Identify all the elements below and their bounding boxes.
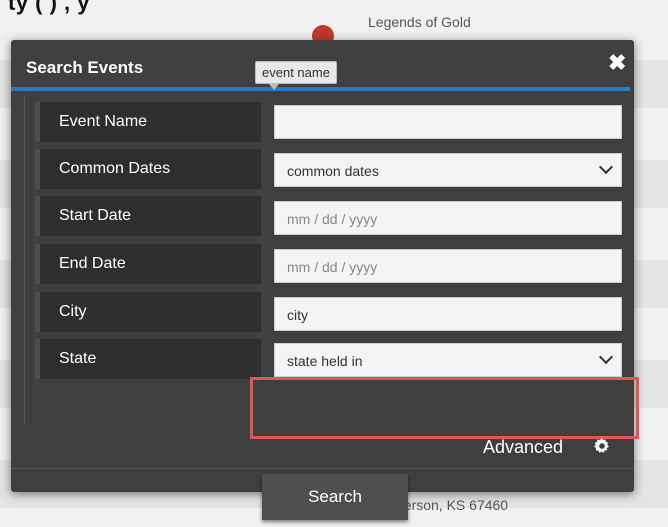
listing-title: Legends of Gold bbox=[368, 14, 471, 30]
common-dates-select[interactable]: common dates bbox=[274, 153, 622, 187]
close-button[interactable]: ✖ bbox=[608, 52, 626, 74]
row-marker bbox=[35, 102, 40, 142]
row-city: City bbox=[35, 292, 261, 332]
row-marker bbox=[35, 244, 40, 284]
start-date-input[interactable]: mm / dd / yyyy bbox=[274, 201, 622, 235]
row-marker bbox=[35, 339, 40, 379]
row-event-name: Event Name bbox=[35, 102, 261, 142]
city-input[interactable]: city bbox=[274, 297, 622, 331]
dialog-title: Search Events bbox=[26, 58, 144, 77]
city-label: City bbox=[59, 303, 87, 320]
row-common-dates: Common Dates bbox=[35, 149, 261, 189]
end-date-input[interactable]: mm / dd / yyyy bbox=[274, 249, 622, 283]
common-dates-label: Common Dates bbox=[59, 160, 171, 177]
start-date-placeholder: mm / dd / yyyy bbox=[287, 211, 378, 227]
common-dates-value: common dates bbox=[287, 163, 379, 179]
chevron-down-icon bbox=[598, 159, 614, 175]
row-marker bbox=[35, 196, 40, 236]
background-top-text: ty ( ) , y bbox=[8, 0, 91, 15]
row-marker bbox=[35, 149, 40, 189]
chevron-down-icon bbox=[598, 349, 614, 365]
start-date-label: Start Date bbox=[59, 207, 132, 224]
end-date-label: End Date bbox=[59, 255, 126, 272]
row-start-date: Start Date bbox=[35, 196, 261, 236]
end-date-placeholder: mm / dd / yyyy bbox=[287, 259, 378, 275]
event-name-input[interactable] bbox=[274, 105, 622, 139]
row-marker bbox=[35, 292, 40, 332]
state-highlight-box bbox=[250, 377, 639, 439]
title-underline bbox=[11, 87, 630, 91]
tooltip: event name bbox=[255, 61, 337, 90]
search-events-dialog: Search Events ✖ event name Event Name Co… bbox=[11, 40, 639, 520]
state-label: State bbox=[59, 350, 97, 367]
city-value: city bbox=[287, 307, 308, 323]
event-name-label: Event Name bbox=[59, 113, 148, 130]
search-button[interactable]: Search bbox=[262, 474, 408, 520]
search-form: Event Name Common Dates common dates Sta… bbox=[24, 95, 632, 425]
state-value: state held in bbox=[287, 353, 363, 369]
gear-icon[interactable] bbox=[594, 438, 610, 454]
footer-divider bbox=[11, 468, 634, 469]
row-state: State bbox=[35, 339, 261, 379]
state-select[interactable]: state held in bbox=[274, 343, 622, 377]
row-end-date: End Date bbox=[35, 244, 261, 284]
advanced-link[interactable]: Advanced bbox=[483, 437, 563, 458]
